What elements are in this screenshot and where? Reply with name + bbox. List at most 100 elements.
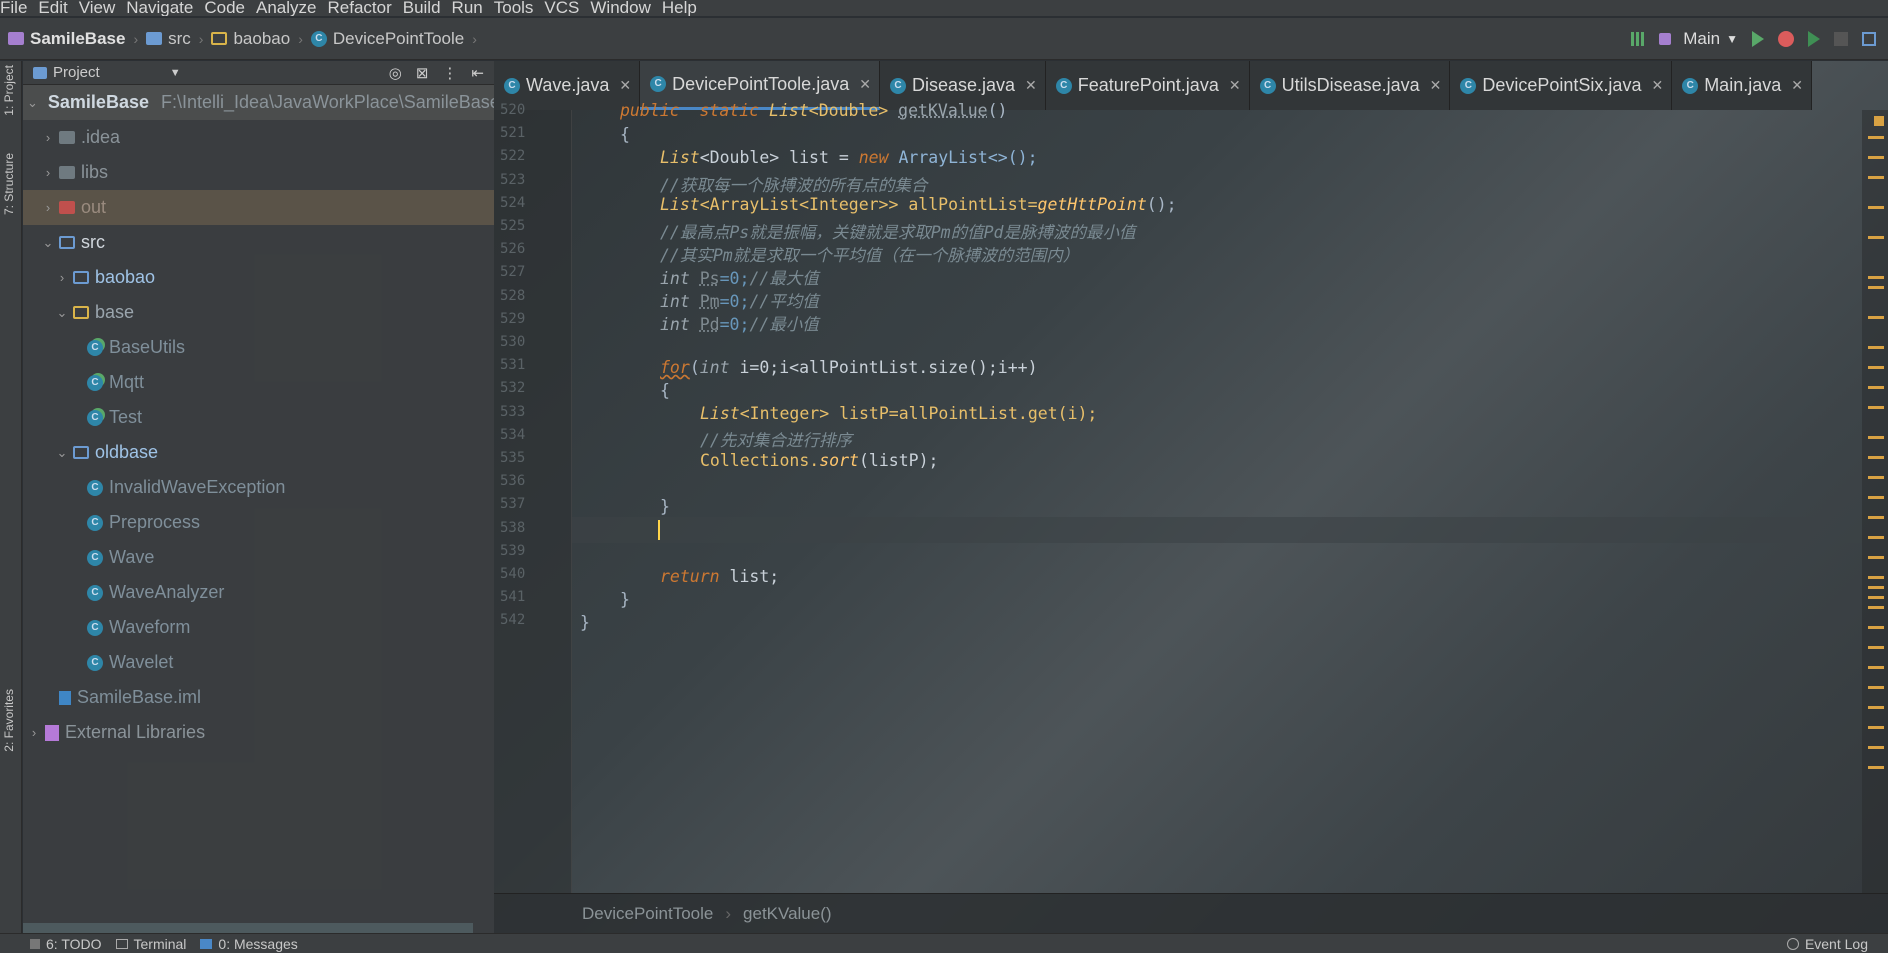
stripe-mark[interactable] [1868, 606, 1884, 609]
tree-item[interactable]: C Mqtt [23, 365, 494, 400]
stripe-mark[interactable] [1868, 436, 1884, 439]
stripe-mark[interactable] [1868, 496, 1884, 499]
stripe-mark[interactable] [1868, 406, 1884, 409]
stripe-mark[interactable] [1868, 766, 1884, 769]
chevron-right-icon[interactable]: › [55, 270, 69, 285]
stop-icon[interactable] [1834, 32, 1848, 46]
tab-structure[interactable]: 7: Structure [2, 153, 16, 215]
stripe-mark[interactable] [1868, 576, 1884, 579]
project-structure-icon[interactable] [1862, 32, 1876, 46]
tree-item[interactable]: SamileBase.iml [23, 680, 494, 715]
menu-item-file[interactable]: File [0, 0, 38, 16]
editor-breadcrumb-method[interactable]: getKValue() [743, 904, 832, 924]
tree-item[interactable]: › External Libraries [23, 715, 494, 750]
close-icon[interactable]: ✕ [1025, 77, 1037, 94]
stripe-mark[interactable] [1868, 646, 1884, 649]
menu-item-help[interactable]: Help [662, 0, 708, 16]
tree-item[interactable]: ⌄ src [23, 225, 494, 260]
breadcrumb-package[interactable]: baobao › [211, 29, 303, 49]
stripe-mark[interactable] [1868, 176, 1884, 179]
tree-item[interactable]: ⌄ oldbase [23, 435, 494, 470]
tree-item[interactable]: C Test [23, 400, 494, 435]
tree-item[interactable]: ⌄ SamileBase F:\Intelli_Idea\JavaWorkPlace… [23, 85, 494, 120]
close-icon[interactable]: ✕ [859, 76, 871, 93]
tree-item[interactable]: › libs [23, 155, 494, 190]
close-icon[interactable]: ✕ [1430, 77, 1442, 94]
menu-item-view[interactable]: View [79, 0, 127, 16]
event-log-button[interactable]: Event Log [1786, 936, 1868, 952]
tree-item[interactable]: C BaseUtils [23, 330, 494, 365]
stripe-mark[interactable] [1868, 626, 1884, 629]
chevron-down-icon[interactable]: ▼ [170, 67, 181, 79]
tree-item[interactable]: C InvalidWaveException [23, 470, 494, 505]
project-view-select[interactable]: Project [53, 64, 100, 81]
menu-item-build[interactable]: Build [403, 0, 452, 16]
locate-icon[interactable]: ◎ [389, 64, 402, 82]
hide-panel-icon[interactable]: ⇤ [471, 64, 484, 82]
stripe-mark[interactable] [1868, 586, 1884, 589]
terminal-tool-button[interactable]: Terminal [115, 936, 186, 952]
breadcrumb-src[interactable]: src › [146, 29, 203, 49]
editor-breadcrumb-class[interactable]: DevicePointToole [582, 904, 713, 924]
chevron-down-icon[interactable]: ⌄ [55, 305, 69, 321]
tree-item[interactable]: › baobao [23, 260, 494, 295]
stripe-mark[interactable] [1868, 596, 1884, 599]
stripe-mark[interactable] [1868, 666, 1884, 669]
close-icon[interactable]: ✕ [1229, 77, 1241, 94]
editor-tab[interactable]: C FeaturePoint.java ✕ [1045, 61, 1250, 110]
stripe-mark[interactable] [1868, 516, 1884, 519]
chevron-right-icon[interactable]: › [41, 130, 55, 145]
stripe-mark[interactable] [1868, 206, 1884, 209]
tab-project[interactable]: 1: Project [2, 65, 16, 116]
stripe-mark[interactable] [1874, 116, 1884, 126]
editor-tab[interactable]: C UtilsDisease.java ✕ [1249, 61, 1451, 110]
stripe-mark[interactable] [1868, 156, 1884, 159]
close-icon[interactable]: ✕ [1791, 77, 1803, 94]
stripe-mark[interactable] [1868, 136, 1884, 139]
collapse-all-icon[interactable]: ⊠ [416, 64, 429, 82]
stripe-mark[interactable] [1868, 706, 1884, 709]
stripe-mark[interactable] [1868, 456, 1884, 459]
debug-icon[interactable] [1778, 31, 1794, 47]
tree-item[interactable]: C Preprocess [23, 505, 494, 540]
tree-item[interactable]: C Wave [23, 540, 494, 575]
messages-tool-button[interactable]: 0: Messages [200, 936, 298, 952]
chevron-right-icon[interactable]: › [41, 200, 55, 215]
run-configuration-select[interactable]: Main ▼ [1659, 29, 1738, 49]
stripe-mark[interactable] [1868, 726, 1884, 729]
stripe-mark[interactable] [1868, 316, 1884, 319]
chevron-down-icon[interactable]: ⌄ [27, 95, 38, 111]
chevron-right-icon[interactable]: › [41, 165, 55, 180]
breadcrumb-class[interactable]: C DevicePointToole › [310, 29, 477, 49]
build-grid-icon[interactable] [1631, 32, 1646, 46]
tab-favorites[interactable]: 2: Favorites [2, 689, 16, 752]
tree-item[interactable]: ⌄ base [23, 295, 494, 330]
stripe-mark[interactable] [1868, 236, 1884, 239]
chevron-down-icon[interactable]: ⌄ [55, 445, 69, 461]
stripe-mark[interactable] [1868, 286, 1884, 289]
stripe-mark[interactable] [1868, 536, 1884, 539]
stripe-mark[interactable] [1868, 366, 1884, 369]
chevron-down-icon[interactable]: ⌄ [41, 235, 55, 251]
menu-item-vcs[interactable]: VCS [544, 0, 590, 16]
horizontal-scrollbar[interactable] [23, 923, 473, 933]
stripe-mark[interactable] [1868, 686, 1884, 689]
error-stripe[interactable] [1862, 110, 1888, 893]
run-coverage-icon[interactable] [1808, 31, 1820, 47]
menu-item-refactor[interactable]: Refactor [327, 0, 402, 16]
tree-item[interactable]: C Waveform [23, 610, 494, 645]
menu-item-navigate[interactable]: Navigate [126, 0, 204, 16]
menu-item-window[interactable]: Window [590, 0, 661, 16]
tree-item[interactable]: › .idea [23, 120, 494, 155]
tree-item[interactable]: › out [23, 190, 494, 225]
stripe-mark[interactable] [1868, 556, 1884, 559]
stripe-mark[interactable] [1868, 346, 1884, 349]
stripe-mark[interactable] [1868, 276, 1884, 279]
close-icon[interactable]: ✕ [1651, 77, 1663, 94]
tree-item[interactable]: C Wavelet [23, 645, 494, 680]
run-icon[interactable] [1752, 31, 1764, 47]
menu-item-analyze[interactable]: Analyze [256, 0, 327, 16]
menu-item-code[interactable]: Code [204, 0, 256, 16]
editor-tab[interactable]: C Main.java ✕ [1672, 61, 1812, 110]
menu-item-tools[interactable]: Tools [494, 0, 545, 16]
